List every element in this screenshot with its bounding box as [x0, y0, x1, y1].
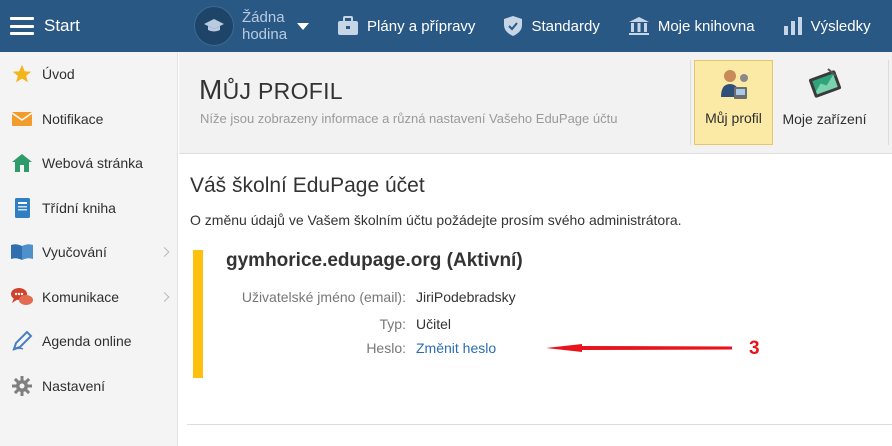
type-value: Učitel: [416, 316, 452, 332]
section-divider: [187, 424, 892, 425]
chat-icon: [10, 285, 34, 309]
page-header: MŮJ PROFIL Níže jsou zobrazeny informace…: [179, 52, 892, 154]
lesson-line2: hodina: [242, 26, 288, 43]
profile-person-icon: [717, 67, 751, 106]
hamburger-icon: [10, 17, 34, 35]
sidebar-item-label: Nastavení: [42, 377, 106, 394]
page-title: MŮJ PROFIL: [199, 74, 343, 105]
change-password-link[interactable]: Změnit heslo: [416, 340, 496, 356]
tab-my-devices-label: Moje zařízení: [782, 111, 867, 127]
sidebar-item-komunikace[interactable]: Komunikace: [0, 275, 177, 320]
home-icon: [10, 151, 34, 175]
star-icon: [10, 62, 34, 86]
sidebar-item-label: Vyučování: [42, 244, 107, 261]
menu-standards-label: Standardy: [531, 17, 600, 35]
tab-my-devices[interactable]: Moje zařízení: [777, 60, 872, 145]
menu-results[interactable]: Výsledky: [783, 16, 871, 36]
sidebar: Úvod Notifikace Webová stránka Třídní kn…: [0, 52, 178, 446]
sidebar-item-agenda-online[interactable]: Agenda online: [0, 319, 177, 364]
tablet-device-icon: [806, 66, 844, 105]
chevron-down-icon: [297, 22, 310, 30]
sidebar-item-nastaveni[interactable]: Nastavení: [0, 364, 177, 409]
password-label: Heslo:: [366, 340, 406, 356]
top-bar: Start Žádna hodina Plány a přípravy Stan…: [0, 0, 892, 52]
start-label: Start: [44, 16, 80, 35]
sidebar-item-label: Agenda online: [42, 333, 132, 350]
annotation-arrow: [546, 344, 732, 352]
menu-library[interactable]: Moje knihovna: [628, 16, 755, 36]
sidebar-item-webova-stranka[interactable]: Webová stránka: [0, 141, 177, 186]
envelope-icon: [10, 107, 34, 131]
header-divider: [690, 60, 691, 145]
briefcase-icon: [338, 16, 359, 35]
account-card: gymhorice.edupage.org (Aktivní) Uživatel…: [193, 250, 883, 378]
chevron-right-icon: [159, 291, 170, 302]
info-text: O změnu údajů ve Vašem školním účtu požá…: [190, 212, 682, 228]
menu-results-label: Výsledky: [810, 17, 871, 35]
sidebar-item-vyucovani[interactable]: Vyučování: [0, 230, 177, 275]
type-label: Typ:: [379, 316, 406, 332]
page-subtitle: Níže jsou zobrazeny informace a různá na…: [200, 111, 618, 126]
lesson-line1: Žádna: [242, 9, 285, 26]
shield-check-icon: [504, 16, 523, 36]
sidebar-item-label: Úvod: [42, 66, 75, 83]
tab-my-profile[interactable]: Můj profil: [694, 60, 773, 145]
tab-my-profile-label: Můj profil: [705, 110, 762, 126]
username-value: JiriPodebradsky: [416, 289, 516, 305]
open-book-icon: [10, 240, 34, 264]
sidebar-item-label: Třídní kniha: [42, 199, 116, 216]
chevron-right-icon: [159, 247, 170, 258]
menu-plans[interactable]: Plány a přípravy: [337, 16, 475, 36]
sidebar-item-notifikace[interactable]: Notifikace: [0, 97, 177, 142]
menu-library-label: Moje knihovna: [657, 17, 755, 35]
graduation-cap-icon: [194, 6, 234, 46]
account-row-username: Uživatelské jméno (email): JiriPodebrads…: [193, 289, 883, 309]
bar-chart-icon: [783, 17, 802, 35]
annotation-number: 3: [749, 338, 760, 359]
sidebar-item-uvod[interactable]: Úvod: [0, 52, 177, 97]
account-row-password: Heslo: Změnit heslo: [193, 340, 883, 360]
start-menu-button[interactable]: Start: [0, 0, 178, 52]
menu-plans-label: Plány a přípravy: [367, 17, 476, 35]
notebook-icon: [10, 196, 34, 220]
lesson-selector[interactable]: Žádna hodina: [194, 6, 310, 46]
sidebar-item-label: Komunikace: [42, 288, 120, 305]
sidebar-item-tridni-kniha[interactable]: Třídní kniha: [0, 186, 177, 231]
gear-icon: [10, 374, 34, 398]
sidebar-item-label: Notifikace: [42, 110, 104, 127]
header-divider: [888, 60, 889, 145]
library-icon: [628, 17, 649, 35]
sidebar-item-label: Webová stránka: [42, 155, 143, 172]
menu-standards[interactable]: Standardy: [503, 15, 600, 37]
account-row-type: Typ: Učitel: [193, 316, 883, 336]
account-domain: gymhorice.edupage.org (Aktivní): [226, 250, 523, 271]
pen-icon: [10, 329, 34, 353]
section-heading: Váš školní EduPage účet: [190, 174, 425, 197]
main-content: Váš školní EduPage účet O změnu údajů ve…: [179, 154, 892, 446]
username-label: Uživatelské jméno (email):: [241, 289, 406, 305]
